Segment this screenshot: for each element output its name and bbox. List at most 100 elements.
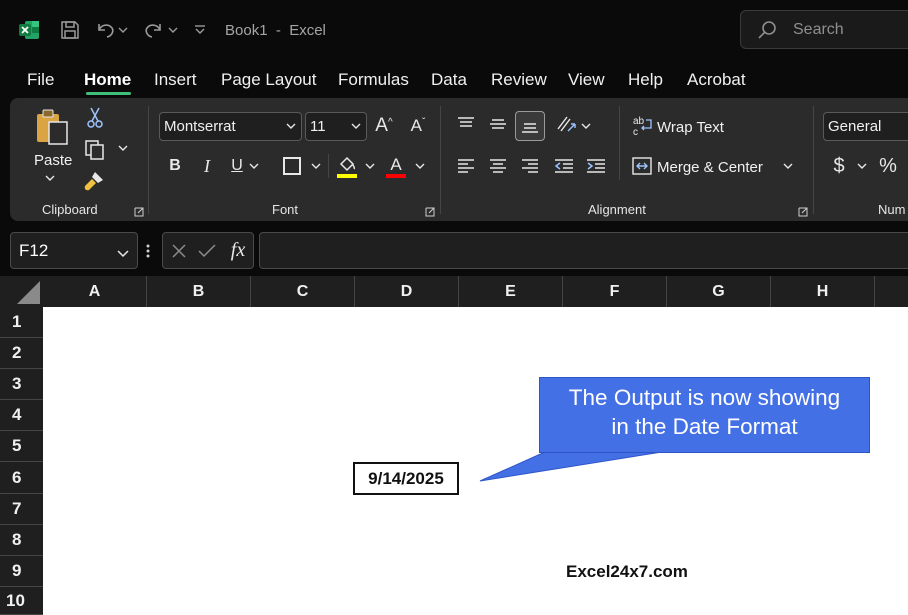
tab-help[interactable]: Help: [628, 70, 663, 90]
save-icon[interactable]: [58, 18, 82, 42]
row-header-2[interactable]: 2: [0, 338, 43, 369]
redo-dropdown-icon[interactable]: [166, 18, 180, 42]
wrap-text-icon[interactable]: ab c: [632, 114, 654, 136]
row-header-7[interactable]: 7: [0, 494, 43, 525]
tab-data[interactable]: Data: [431, 70, 467, 90]
column-header-f[interactable]: F: [563, 276, 667, 307]
insert-function-icon[interactable]: fx: [227, 238, 249, 262]
menu-bar: File Home Insert Page Layout Formulas Da…: [0, 62, 908, 98]
tab-home[interactable]: Home: [84, 70, 131, 90]
align-center-icon[interactable]: [486, 154, 510, 178]
formula-input[interactable]: [259, 232, 908, 269]
ribbon-divider: [813, 106, 814, 214]
underline-icon[interactable]: U: [226, 154, 248, 178]
fill-color-swatch: [337, 174, 357, 178]
row-header-4[interactable]: 4: [0, 400, 43, 431]
undo-icon[interactable]: [93, 18, 117, 42]
top-align-icon[interactable]: [454, 112, 478, 136]
callout-line-1: The Output is now showing: [568, 385, 841, 410]
row-header-5[interactable]: 5: [0, 431, 43, 462]
undo-dropdown-icon[interactable]: [116, 18, 130, 42]
column-header-g[interactable]: G: [667, 276, 771, 307]
font-group-label: Font: [272, 202, 299, 217]
date-cell[interactable]: 9/14/2025: [353, 462, 459, 495]
name-box-dropdown-icon[interactable]: [117, 245, 129, 263]
decrease-font-size-icon[interactable]: Aˇ: [406, 114, 430, 138]
percent-icon[interactable]: %: [876, 154, 900, 178]
column-header-d[interactable]: D: [355, 276, 459, 307]
alignment-launcher-icon[interactable]: [798, 204, 808, 217]
tab-page-layout[interactable]: Page Layout: [221, 70, 316, 90]
svg-text:ab: ab: [633, 116, 645, 127]
font-color-icon[interactable]: A: [384, 154, 408, 180]
cancel-entry-icon[interactable]: [169, 241, 189, 261]
fill-color-dropdown-icon[interactable]: [364, 162, 376, 170]
merge-center-icon[interactable]: [630, 154, 654, 178]
font-color-dropdown-icon[interactable]: [414, 162, 426, 170]
paste-dropdown-icon[interactable]: [44, 174, 56, 182]
customize-toolbar-icon[interactable]: [190, 18, 210, 42]
worksheet-area[interactable]: [43, 307, 908, 615]
copy-dropdown-icon[interactable]: [117, 144, 129, 152]
merge-center-dropdown-icon[interactable]: [782, 162, 794, 170]
cut-icon[interactable]: [84, 106, 106, 128]
search-icon: [757, 20, 777, 40]
alignment-group-label: Alignment: [588, 202, 646, 217]
align-right-icon[interactable]: [518, 154, 542, 178]
font-name-select[interactable]: Montserrat: [159, 112, 302, 141]
column-header-b[interactable]: B: [147, 276, 251, 307]
orientation-dropdown-icon[interactable]: [580, 122, 592, 130]
tab-review[interactable]: Review: [491, 70, 547, 90]
column-header-a[interactable]: A: [43, 276, 147, 307]
tab-insert[interactable]: Insert: [154, 70, 197, 90]
row-header-1[interactable]: 1: [0, 307, 43, 338]
decrease-indent-icon[interactable]: [552, 154, 576, 178]
borders-dropdown-icon[interactable]: [310, 162, 322, 170]
row-header-6[interactable]: 6: [0, 462, 43, 494]
align-left-icon[interactable]: [454, 154, 478, 178]
tab-acrobat[interactable]: Acrobat: [687, 70, 746, 90]
column-header-partial[interactable]: [875, 276, 908, 307]
middle-align-icon[interactable]: [486, 112, 510, 136]
format-painter-icon[interactable]: [83, 170, 105, 192]
tab-file[interactable]: File: [27, 70, 54, 90]
column-header-e[interactable]: E: [459, 276, 563, 307]
bold-icon[interactable]: B: [164, 154, 186, 178]
wrap-text-label[interactable]: Wrap Text: [657, 119, 724, 136]
search-box[interactable]: Search: [740, 10, 908, 49]
currency-dropdown-icon[interactable]: [856, 162, 868, 170]
increase-font-size-icon[interactable]: A ^: [372, 114, 396, 138]
clipboard-group-label: Clipboard: [42, 202, 98, 217]
more-options-icon[interactable]: [146, 241, 150, 261]
paste-label[interactable]: Paste: [34, 152, 72, 169]
svg-text:c: c: [633, 127, 638, 136]
row-header-9[interactable]: 9: [0, 556, 43, 587]
fill-color-icon[interactable]: [335, 154, 359, 180]
redo-icon[interactable]: [142, 18, 166, 42]
increase-indent-icon[interactable]: [584, 154, 608, 178]
borders-icon[interactable]: [280, 154, 304, 178]
tab-view[interactable]: View: [568, 70, 605, 90]
row-header-3[interactable]: 3: [0, 369, 43, 400]
confirm-entry-icon[interactable]: [197, 241, 217, 261]
bottom-align-icon[interactable]: [515, 111, 545, 141]
column-header-h[interactable]: H: [771, 276, 875, 307]
clipboard-launcher-icon[interactable]: [134, 204, 144, 217]
italic-icon[interactable]: I: [196, 154, 218, 178]
number-format-select[interactable]: General: [823, 112, 908, 141]
font-launcher-icon[interactable]: [425, 204, 435, 217]
name-box[interactable]: F12: [10, 232, 138, 269]
currency-icon[interactable]: $: [828, 154, 850, 178]
select-all-corner[interactable]: [0, 276, 43, 307]
formula-buttons: fx: [162, 232, 254, 269]
font-size-select[interactable]: 11: [305, 112, 367, 141]
column-header-c[interactable]: C: [251, 276, 355, 307]
row-header-10[interactable]: 10: [0, 587, 43, 615]
orientation-icon[interactable]: [554, 112, 580, 136]
merge-center-label[interactable]: Merge & Center: [657, 159, 763, 176]
tab-formulas[interactable]: Formulas: [338, 70, 409, 90]
paste-icon[interactable]: [34, 108, 70, 148]
copy-icon[interactable]: [82, 138, 106, 162]
underline-dropdown-icon[interactable]: [248, 162, 260, 170]
row-header-8[interactable]: 8: [0, 525, 43, 556]
